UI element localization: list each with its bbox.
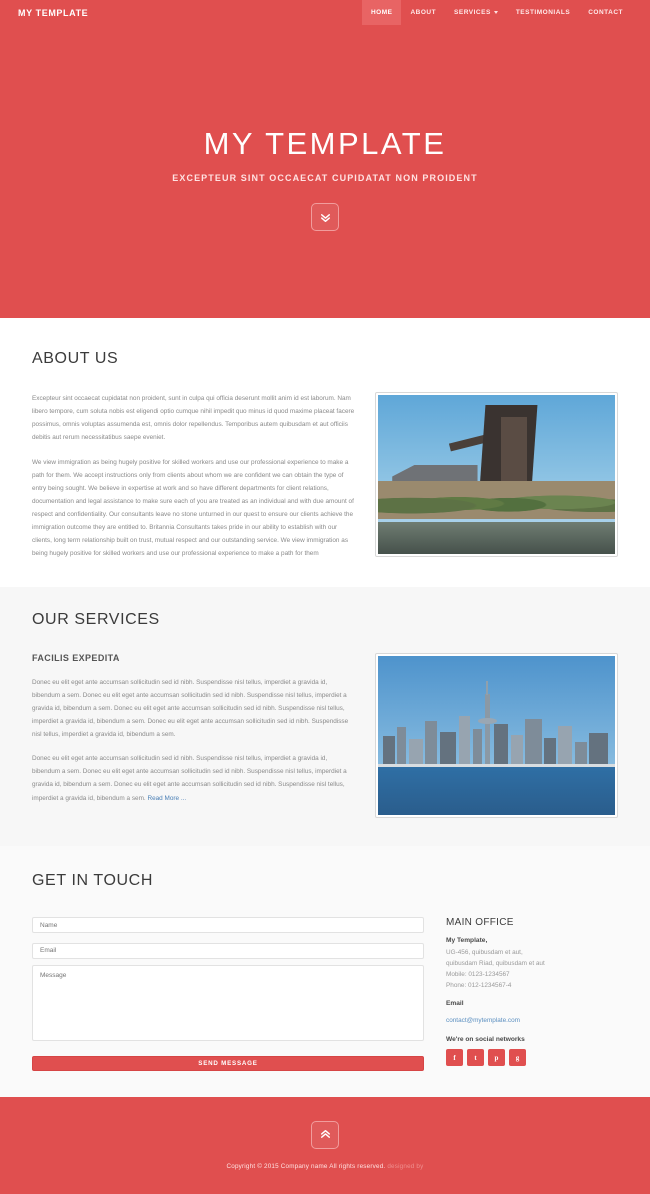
nav-item-services[interactable]: SERVICES <box>445 0 507 25</box>
office-address-line-2: quibusdam Riad, quibusdam et aut <box>446 959 545 967</box>
hero-subtitle: EXCEPTEUR SINT OCCAECAT CUPIDATAT NON PR… <box>172 173 478 184</box>
nav-item-home-label: HOME <box>370 9 393 16</box>
office-phone: Phone: 012-1234567-4 <box>446 982 512 990</box>
contact-form: SEND MESSAGE <box>32 914 424 1071</box>
nav-item-testimonials[interactable]: TESTIMONIALS <box>507 0 579 25</box>
social-networks-label: We're on social networks <box>446 1036 525 1044</box>
service-item-title: FACILIS EXPEDITA <box>32 652 120 663</box>
pinterest-icon[interactable]: p <box>488 1049 505 1067</box>
photo-water <box>378 522 615 554</box>
name-input[interactable] <box>32 917 424 933</box>
about-paragraph-2: We view immigration as being hugely posi… <box>32 458 354 558</box>
twitter-icon[interactable]: t <box>467 1049 484 1067</box>
read-more-link[interactable]: Read More ... <box>147 795 186 802</box>
main-office-panel: MAIN OFFICE My Template, UG-456, quibusd… <box>446 914 618 1067</box>
office-mobile: Mobile: 0123-1234567 <box>446 970 510 978</box>
brand-logo[interactable]: MY TEMPLATE <box>18 8 88 18</box>
nav-item-contact-label: CONTACT <box>588 9 623 16</box>
city-building <box>494 724 509 767</box>
hero-title: MY TEMPLATE <box>203 126 447 161</box>
scroll-to-top-button[interactable] <box>311 1120 339 1149</box>
nav-item-about-label: ABOUT <box>410 9 437 16</box>
sky-tower-pod <box>478 717 498 725</box>
about-photo <box>375 392 618 557</box>
services-image-column <box>375 652 618 818</box>
chevron-double-down-icon <box>320 213 330 222</box>
about-photo-inner <box>378 395 615 554</box>
city-skyline <box>378 680 615 767</box>
sky-tower-needle <box>484 693 490 767</box>
city-building <box>543 737 556 767</box>
page-footer: Copyright © 2015 Company name All rights… <box>0 1096 650 1194</box>
chevron-down-icon <box>493 11 498 14</box>
city-building <box>458 715 471 767</box>
city-water <box>378 766 615 815</box>
main-office-title: MAIN OFFICE <box>446 916 514 928</box>
message-input[interactable] <box>32 964 424 1041</box>
city-building <box>439 731 457 767</box>
contact-section: GET IN TOUCH SEND MESSAGE MAIN OFFICE My… <box>0 845 650 1097</box>
office-email-link[interactable]: contact@mytemplate.com <box>446 1017 520 1024</box>
city-building <box>396 726 407 767</box>
credit-link[interactable]: designed by <box>387 1163 423 1170</box>
nav-item-contact[interactable]: CONTACT <box>579 0 632 25</box>
email-input[interactable] <box>32 942 424 959</box>
services-title: OUR SERVICES <box>32 610 160 628</box>
contact-row: SEND MESSAGE MAIN OFFICE My Template, UG… <box>32 914 618 1071</box>
city-building <box>382 736 395 767</box>
services-text-column: FACILIS EXPEDITA Donec eu elit eget ante… <box>32 653 355 805</box>
service-paragraph-1: Donec eu elit eget ante accumsan sollici… <box>32 678 349 739</box>
office-email-label: Email <box>446 1000 464 1008</box>
services-photo <box>375 652 618 818</box>
copyright-text: Copyright © 2015 Company name All rights… <box>227 1163 424 1170</box>
office-company-name: My Template, <box>446 936 488 944</box>
city-building <box>524 718 542 767</box>
hero-banner: MY TEMPLATE EXCEPTEUR SINT OCCAECAT CUPI… <box>0 25 650 318</box>
about-text-column: Excepteur sint occaecat cupidatat non pr… <box>32 392 355 561</box>
city-building <box>558 725 573 767</box>
send-message-button[interactable]: SEND MESSAGE <box>32 1055 424 1071</box>
sky-tower-spire <box>486 680 488 696</box>
about-paragraph-1: Excepteur sint occaecat cupidatat non pr… <box>32 395 355 442</box>
about-title: ABOUT US <box>32 350 119 367</box>
services-row: FACILIS EXPEDITA Donec eu elit eget ante… <box>32 652 618 818</box>
scroll-down-button[interactable] <box>311 203 339 232</box>
nav-item-about[interactable]: ABOUT <box>401 0 445 25</box>
nav-item-testimonials-label: TESTIMONIALS <box>515 9 571 16</box>
service-paragraph-2: Donec eu elit eget ante accumsan sollici… <box>32 752 355 805</box>
city-building <box>472 728 483 767</box>
about-image-column <box>375 392 618 557</box>
chevron-double-up-icon <box>320 1130 330 1138</box>
photo-trees <box>378 480 615 523</box>
about-section: ABOUT US Excepteur sint occaecat cupidat… <box>0 318 650 587</box>
nav-item-services-label: SERVICES <box>454 9 491 16</box>
office-address-line-1: UG-456, quibusdam et aut, <box>446 948 523 956</box>
about-row: Excepteur sint occaecat cupidatat non pr… <box>32 392 618 561</box>
copyright-label: Copyright © 2015 Company name All rights… <box>226 1162 386 1170</box>
service-paragraph-2-text: Donec eu elit eget ante accumsan sollici… <box>32 755 347 802</box>
services-photo-inner <box>378 655 615 815</box>
city-building <box>588 733 608 767</box>
social-links: f t p g <box>446 1049 618 1067</box>
nav-links: HOME ABOUT SERVICES TESTIMONIALS CONTACT <box>361 0 632 25</box>
google-plus-icon[interactable]: g <box>509 1049 526 1067</box>
nav-item-home[interactable]: HOME <box>361 0 402 25</box>
services-section: OUR SERVICES FACILIS EXPEDITA Donec eu e… <box>0 586 650 846</box>
facebook-icon[interactable]: f <box>446 1049 463 1067</box>
top-navbar: MY TEMPLATE HOME ABOUT SERVICES TESTIMON… <box>0 0 650 25</box>
city-building <box>510 734 523 767</box>
contact-title: GET IN TOUCH <box>32 871 153 889</box>
city-building <box>425 721 438 767</box>
